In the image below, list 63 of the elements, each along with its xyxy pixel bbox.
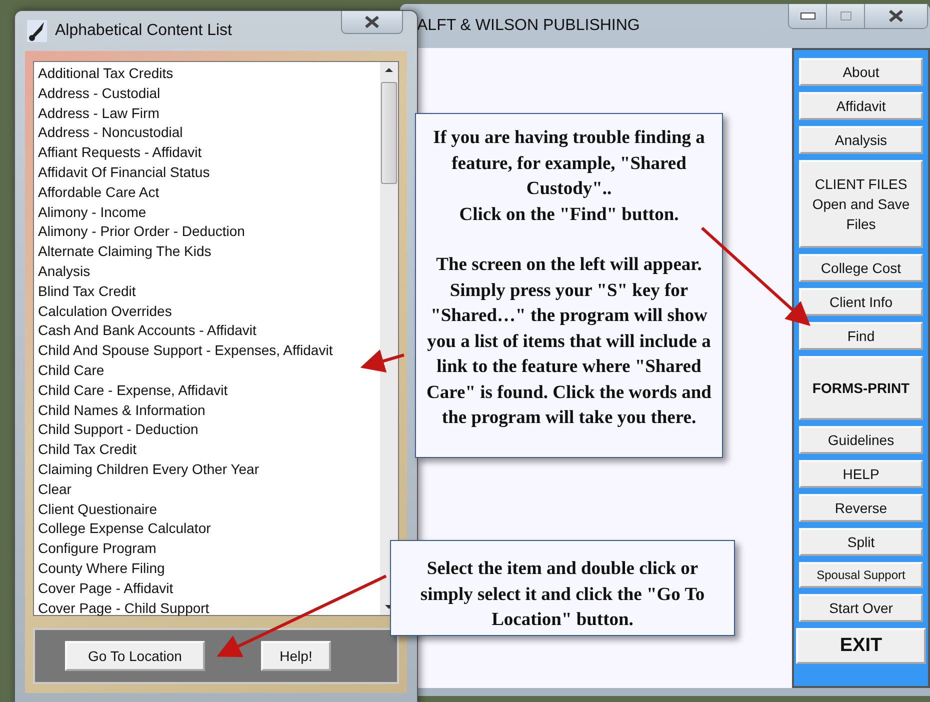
list-item[interactable]: Affiant Requests - Affidavit <box>38 143 380 163</box>
list-item[interactable]: Analysis <box>38 262 380 282</box>
dialog-title: Alphabetical Content List <box>55 22 232 40</box>
side-button[interactable]: Find <box>799 322 923 350</box>
minimize-button[interactable] <box>789 4 827 28</box>
list-item[interactable]: Blind Tax Credit <box>38 282 380 302</box>
list-item[interactable]: Claiming Children Every Other Year <box>38 460 380 480</box>
side-button[interactable]: Analysis <box>799 126 923 154</box>
scrollbar[interactable] <box>380 62 398 615</box>
callout-text: Click on the "Find" button. <box>458 204 680 226</box>
list-item[interactable]: Address - Custodial <box>38 84 380 104</box>
list-item[interactable]: Child Tax Credit <box>38 440 380 460</box>
list-item[interactable]: Address - Noncustodial <box>38 123 380 144</box>
dialog-button[interactable]: Go To Location <box>65 641 205 671</box>
side-button[interactable]: HELP <box>799 460 923 488</box>
side-button[interactable]: EXIT <box>796 628 926 664</box>
list-item[interactable]: Clear <box>38 480 380 500</box>
side-button[interactable]: College Cost <box>799 254 923 282</box>
close-button[interactable] <box>341 11 403 34</box>
list-item[interactable]: Client Questionaire <box>38 500 380 520</box>
side-button[interactable]: CLIENT FILES Open and Save Files <box>799 160 923 248</box>
list-item[interactable]: Address - Law Firm <box>38 104 380 124</box>
list-item[interactable]: Affordable Care Act <box>38 182 380 203</box>
side-button[interactable]: Start Over <box>799 594 923 622</box>
scroll-thumb[interactable] <box>381 82 397 184</box>
maximize-icon <box>840 11 852 21</box>
window-title: ALFT & WILSON PUBLISHING <box>417 17 640 35</box>
close-icon <box>888 9 904 23</box>
list-item[interactable]: Alternate Claiming The Kids <box>38 242 380 262</box>
side-button[interactable]: Affidavit <box>799 92 923 120</box>
list-item[interactable]: Child Care <box>38 360 380 381</box>
scroll-up-icon <box>384 66 394 74</box>
side-button[interactable]: Guidelines <box>799 426 923 454</box>
list-item[interactable]: Child Support - Deduction <box>38 420 380 440</box>
quill-icon <box>27 20 47 42</box>
list-item[interactable]: Cover Page - Child Support <box>38 598 380 618</box>
side-button[interactable]: About <box>799 58 923 86</box>
list-item[interactable]: Child And Spouse Support - Expenses, Affidavit <box>38 341 380 361</box>
arrow <box>360 349 404 373</box>
callout-text: If you are having trouble finding a feature, for example, "Shared Custody".. <box>432 127 706 201</box>
list-item[interactable]: Cover Page - Affidavit <box>38 578 380 599</box>
side-button[interactable]: Spousal Support <box>799 562 923 588</box>
side-button[interactable]: FORMS-PRINT <box>799 356 923 420</box>
list-item[interactable]: Alimony - Prior Order - Deduction <box>38 222 380 242</box>
dialog-button[interactable]: Help! <box>261 641 331 671</box>
list-item[interactable]: Configure Program <box>38 539 380 559</box>
side-button[interactable]: Client Info <box>799 288 923 316</box>
side-button[interactable]: Reverse <box>799 494 923 522</box>
list-item[interactable]: Additional Tax Credits <box>38 64 380 84</box>
callout-text: The screen on the left will appear. Simply press your "S" key for "Shared…" the program will show you a list of items that will include a link to the feature where "Shared Care" is found. Click the words and the program will take you there. <box>426 254 712 430</box>
list-item[interactable]: Calculation Overrides <box>38 302 380 322</box>
list-item[interactable]: Child Care - Expense, Affidavit <box>38 380 380 401</box>
minimize-icon <box>800 12 816 20</box>
list-item[interactable]: County Where Filing <box>38 558 380 579</box>
list-item[interactable]: Affidavit Of Financial Status <box>38 162 380 183</box>
callout-text: Select the item and double click or simply select it and click the "Go To Location" button. <box>419 558 706 632</box>
side-button[interactable]: Split <box>799 528 923 556</box>
list-item[interactable]: College Expense Calculator <box>38 519 380 540</box>
list-item[interactable]: Child Names & Information <box>38 400 380 420</box>
list-item[interactable]: Cash And Bank Accounts - Affidavit <box>38 321 380 342</box>
close-icon <box>364 15 380 29</box>
list-item[interactable]: Alimony - Income <box>38 202 380 222</box>
close-button[interactable] <box>865 4 927 28</box>
